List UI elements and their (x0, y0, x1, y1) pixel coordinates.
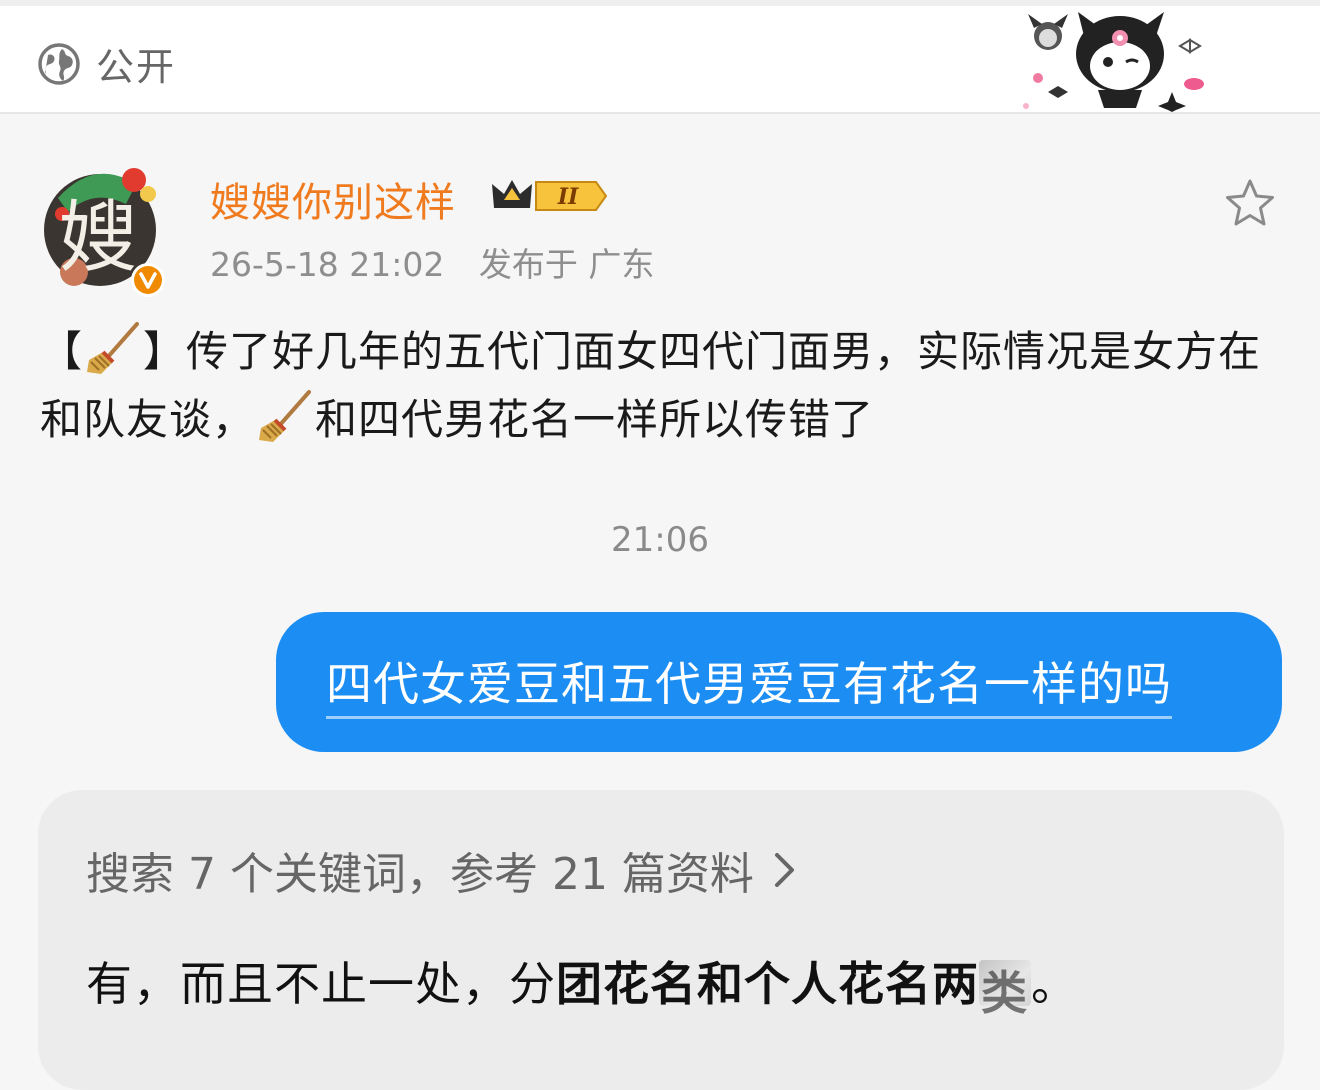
rank-text: II (557, 184, 579, 210)
visibility-selector[interactable]: 公开 (36, 36, 176, 91)
post-text-part2: 和四代男花名一样所以传错了 (315, 395, 875, 444)
username[interactable]: 嫂嫂你别这样 (210, 170, 456, 228)
search-summary-link[interactable]: 搜索 7 个关键词，参考 21 篇资料 (86, 838, 798, 902)
avatar-char: 嫂 (59, 193, 137, 283)
answer-text: 有，而且不止一处，分团花名和个人花名两类。 (86, 948, 1078, 1020)
answer-obscured: 类 (979, 957, 1031, 1020)
chevron-right-icon (774, 853, 794, 887)
answer-bold: 团花名和个人花名两 (556, 957, 979, 1011)
user-message-bubble[interactable]: 四代女爱豆和五代男爱豆有花名一样的吗 (276, 612, 1282, 752)
avatar[interactable]: 嫂 (38, 154, 172, 304)
post-timestamp: 26-5-18 21:02 (210, 245, 445, 284)
broom-emoji (87, 322, 140, 374)
visibility-bar: 公开 (0, 0, 1320, 114)
weibo-post: 嫂 嫂嫂你别这样 II 26-5-18 21:02 发布于 广东 【】传了好几年… (0, 114, 1320, 462)
user-message-text: 四代女爱豆和五代男爱豆有花名一样的吗 (326, 648, 1172, 719)
kuromi-sticker (1018, 6, 1218, 112)
crown-badge-icon: II (492, 180, 608, 211)
answer-end: 。 (1031, 957, 1078, 1011)
answer-plain: 有，而且不止一处，分 (86, 957, 556, 1011)
post-meta: 26-5-18 21:02 发布于 广东 (210, 238, 654, 286)
star-icon[interactable] (1222, 176, 1278, 232)
visibility-label: 公开 (96, 45, 177, 89)
post-body: 【】传了好几年的五代门面女四代门面男，实际情况是女方在和队友谈， 和四代男花名一样… (40, 318, 1290, 454)
chat-time-separator: 21:06 (611, 520, 709, 560)
answer-obscured-char: 类 (981, 966, 1028, 1020)
broom-emoji (259, 390, 312, 442)
search-summary-text: 搜索 7 个关键词，参考 21 篇资料 (86, 849, 754, 900)
ai-answer-card: 搜索 7 个关键词，参考 21 篇资料 有，而且不止一处，分团花名和个人花名两类… (38, 790, 1284, 1090)
post-location: 发布于 广东 (478, 245, 655, 284)
post-text-prefix: 【 (40, 327, 84, 376)
globe-icon (38, 42, 80, 85)
